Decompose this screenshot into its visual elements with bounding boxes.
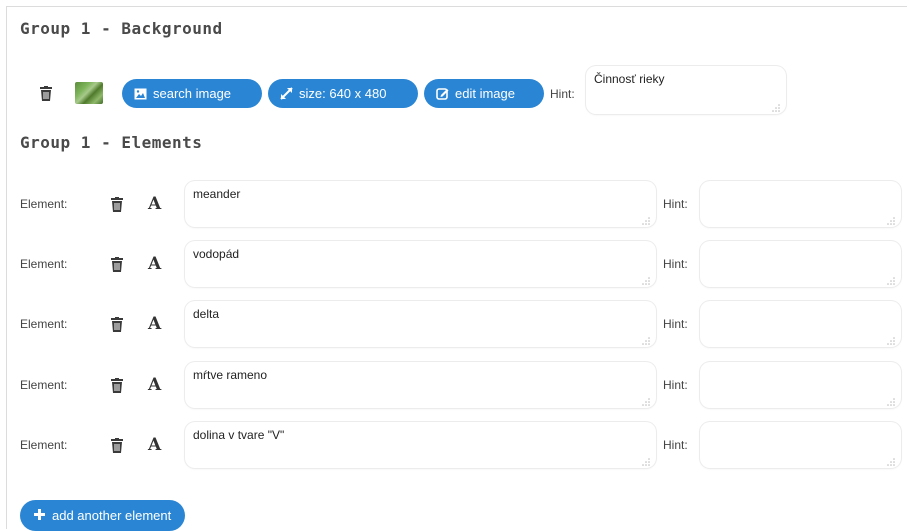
delete-element-icon[interactable] — [111, 257, 123, 272]
element-value-field[interactable]: meander — [185, 181, 656, 227]
element-row: Element: A meander Hint: — [20, 181, 909, 227]
resize-grip-icon[interactable] — [887, 214, 895, 225]
font-icon[interactable]: A — [148, 314, 161, 334]
element-row: Element: A vodopád Hint: — [20, 241, 909, 287]
element-row: Element: A mŕtve rameno Hint: — [20, 362, 909, 408]
element-hint-field[interactable] — [700, 241, 901, 287]
element-label: Element: — [20, 197, 68, 211]
background-row: search image size: 640 x 480 edit image … — [40, 66, 800, 117]
element-hint-field[interactable] — [700, 422, 901, 468]
element-hint-label: Hint: — [663, 197, 688, 211]
edit-image-label: edit image — [455, 86, 515, 101]
element-value: dolina v tvare "V" — [193, 428, 285, 442]
font-icon[interactable]: A — [148, 375, 161, 395]
element-hint-field[interactable] — [700, 362, 901, 408]
element-label: Element: — [20, 378, 68, 392]
background-group-title: Group 1 - Background — [20, 19, 223, 38]
delete-element-icon[interactable] — [111, 438, 123, 453]
element-value: delta — [193, 307, 220, 321]
element-value-field[interactable]: dolina v tvare "V" — [185, 422, 656, 468]
element-value: meander — [193, 187, 241, 201]
add-element-button[interactable]: add another element — [20, 500, 186, 531]
element-row: Element: A dolina v tvare "V" Hint: — [20, 422, 909, 468]
element-hint-label: Hint: — [663, 438, 688, 452]
element-value: vodopád — [193, 247, 240, 261]
element-value-field[interactable]: vodopád — [185, 241, 656, 287]
delete-element-icon[interactable] — [111, 197, 123, 212]
background-hint-value: Činnosť rieky — [594, 72, 665, 86]
background-hint-field[interactable]: Činnosť rieky — [586, 66, 786, 114]
image-size-button[interactable]: size: 640 x 480 — [268, 79, 418, 108]
element-row: Element: A delta Hint: — [20, 301, 909, 347]
group-panel: Group 1 - Background search image size: … — [6, 6, 909, 531]
resize-grip-icon[interactable] — [642, 455, 650, 466]
delete-background-icon[interactable] — [40, 86, 52, 101]
element-hint-label: Hint: — [663, 378, 688, 392]
element-label: Element: — [20, 257, 68, 271]
plus-icon — [34, 508, 45, 523]
edit-image-button[interactable]: edit image — [424, 79, 544, 108]
element-value-field[interactable]: mŕtve rameno — [185, 362, 656, 408]
element-label: Element: — [20, 438, 68, 452]
resize-grip-icon[interactable] — [642, 214, 650, 225]
resize-grip-icon[interactable] — [887, 455, 895, 466]
search-image-label: search image — [153, 86, 232, 101]
element-hint-label: Hint: — [663, 317, 688, 331]
resize-grip-icon[interactable] — [642, 395, 650, 406]
font-icon[interactable]: A — [148, 254, 161, 274]
resize-grip-icon[interactable] — [642, 274, 650, 285]
image-icon — [134, 88, 147, 100]
resize-grip-icon[interactable] — [887, 395, 895, 406]
element-value: mŕtve rameno — [193, 368, 268, 382]
element-label: Element: — [20, 317, 68, 331]
delete-element-icon[interactable] — [111, 378, 123, 393]
elements-group-title: Group 1 - Elements — [20, 133, 203, 152]
background-thumbnail — [75, 82, 103, 104]
search-image-button[interactable]: search image — [122, 79, 262, 108]
edit-icon — [436, 87, 449, 100]
delete-element-icon[interactable] — [111, 317, 123, 332]
add-element-label: add another element — [52, 508, 172, 523]
resize-grip-icon[interactable] — [642, 334, 650, 345]
resize-arrows-icon — [280, 87, 293, 100]
resize-grip-icon[interactable] — [887, 334, 895, 345]
resize-grip-icon[interactable] — [887, 274, 895, 285]
image-size-label: size: 640 x 480 — [299, 86, 387, 101]
font-icon[interactable]: A — [148, 435, 161, 455]
element-value-field[interactable]: delta — [185, 301, 656, 347]
element-hint-label: Hint: — [663, 257, 688, 271]
font-icon[interactable]: A — [148, 194, 161, 214]
background-hint-label: Hint: — [550, 87, 575, 101]
resize-grip-icon[interactable] — [772, 101, 780, 112]
element-hint-field[interactable] — [700, 181, 901, 227]
element-hint-field[interactable] — [700, 301, 901, 347]
